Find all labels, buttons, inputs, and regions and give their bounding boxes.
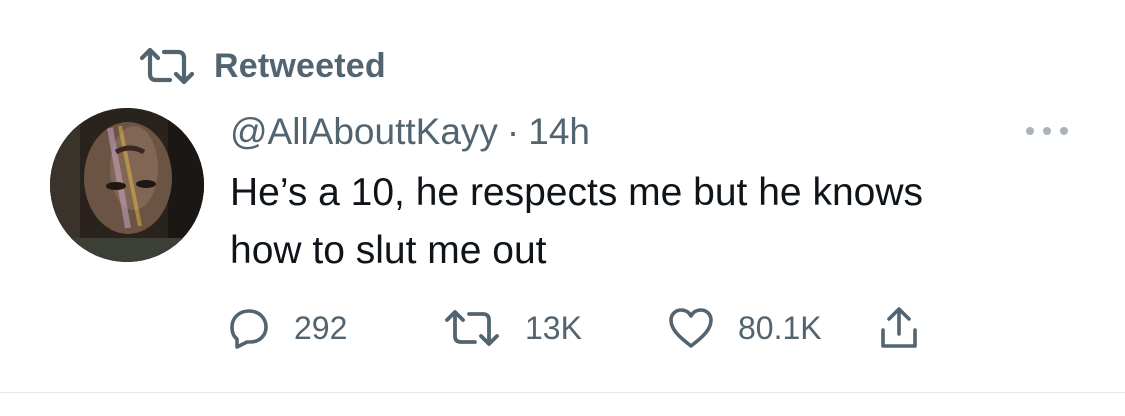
retweet-icon — [138, 46, 196, 86]
share-icon — [878, 306, 920, 350]
next-item-space — [0, 393, 1125, 416]
tweet-text-line-2: how to slut me out — [230, 229, 547, 272]
reply-icon — [228, 307, 270, 349]
retweet-icon — [443, 308, 501, 348]
like-button[interactable]: 80.1K — [668, 305, 822, 351]
retweet-count: 13K — [525, 309, 582, 346]
retweeted-label: Retweeted — [214, 46, 386, 85]
tweet-text-line-1: He’s a 10, he respects me but he knows — [230, 171, 923, 214]
tweet-time[interactable]: 14h — [528, 111, 590, 153]
reply-button[interactable]: 292 — [228, 305, 347, 351]
avatar[interactable] — [50, 108, 204, 262]
like-count: 80.1K — [738, 309, 822, 346]
retweeted-header: Retweeted — [138, 44, 386, 88]
tweet-action-bar: 292 13K 80.1K — [228, 305, 988, 351]
tweet-card[interactable]: Retweeted @AllAbouttKayy · 14h He’s a 10… — [0, 0, 1125, 392]
author-handle[interactable]: @AllAbouttKayy — [230, 111, 498, 153]
tweet-meta: @AllAbouttKayy · 14h — [230, 108, 590, 156]
reply-count: 292 — [294, 309, 348, 346]
share-button[interactable] — [878, 305, 920, 351]
heart-icon — [668, 307, 714, 349]
retweet-button[interactable]: 13K — [443, 305, 582, 351]
tweet-text: He’s a 10, he respects me but he knows h… — [230, 164, 1070, 280]
meta-separator: · — [506, 111, 520, 152]
more-icon[interactable] — [1016, 114, 1078, 148]
